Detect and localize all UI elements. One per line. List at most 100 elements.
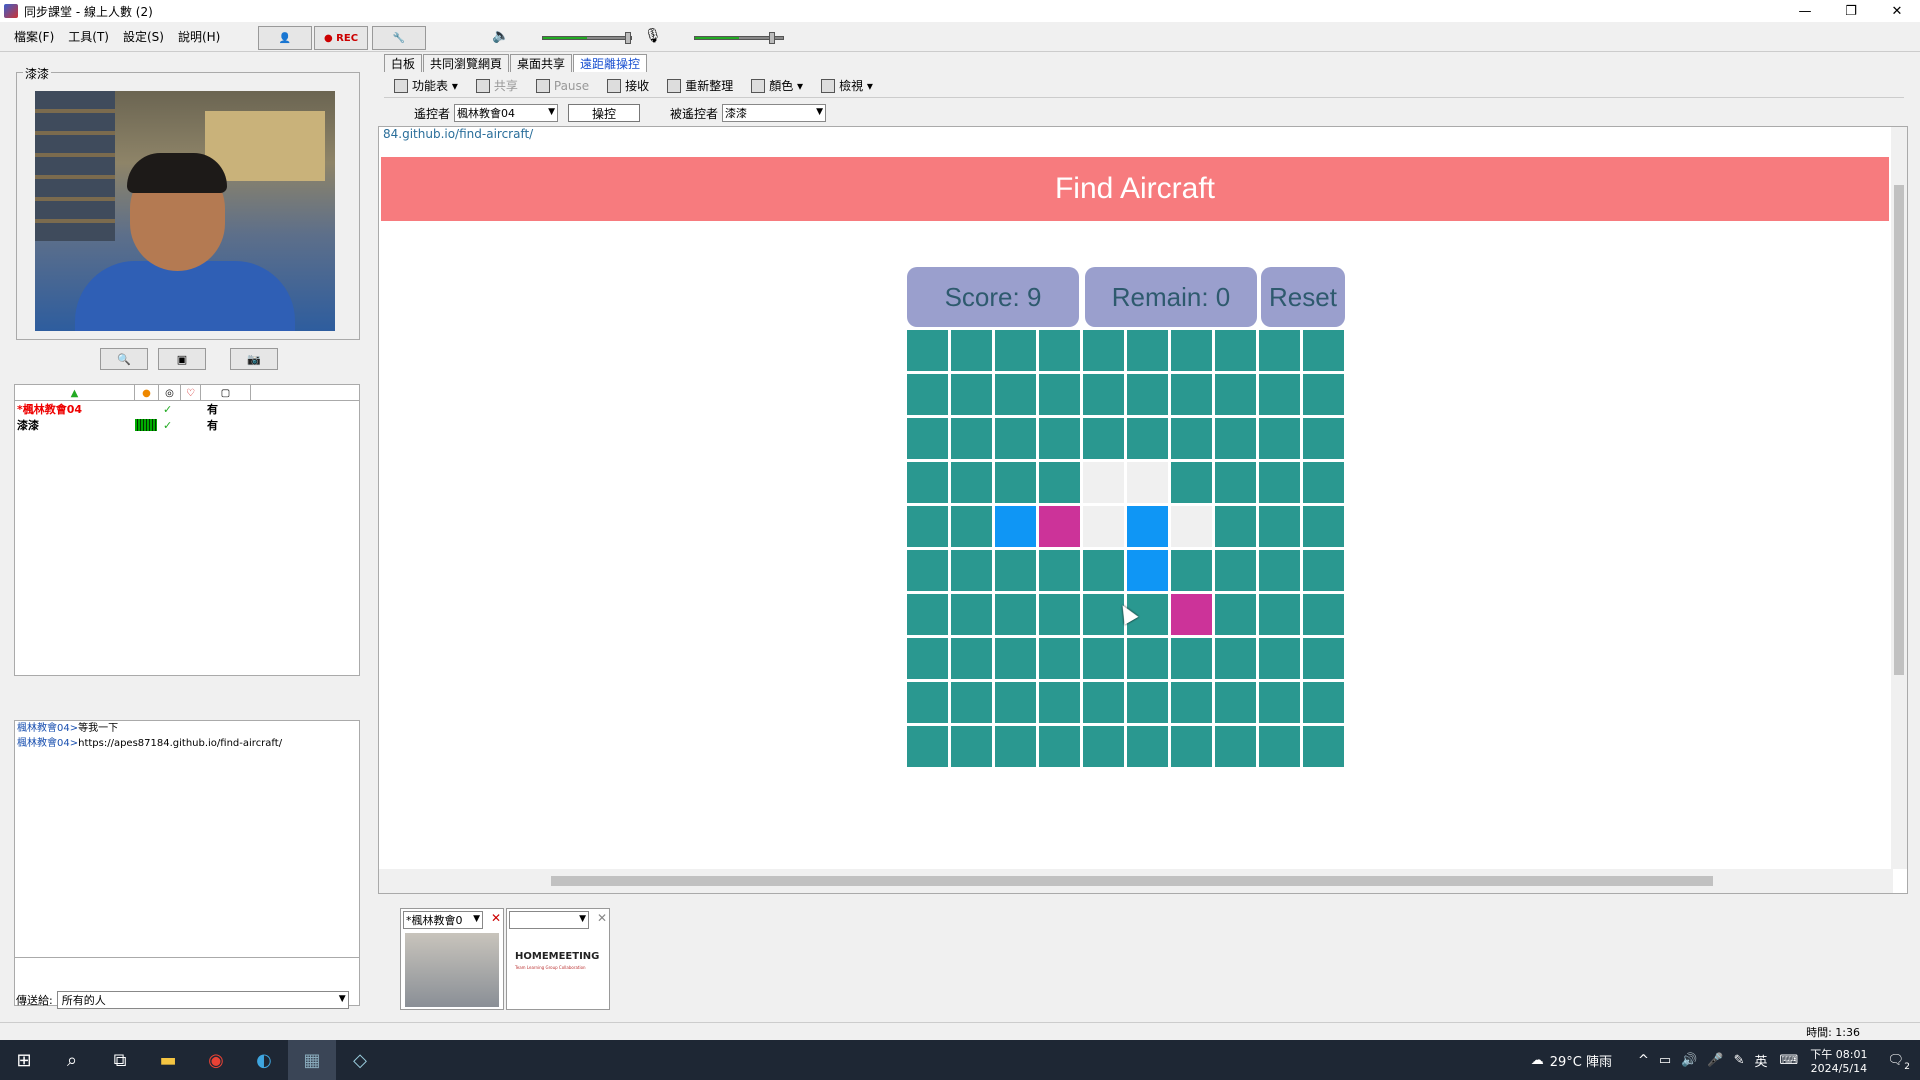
- task-view-icon[interactable]: ⧉: [96, 1040, 144, 1080]
- grid-cell[interactable]: [1303, 594, 1344, 635]
- grid-cell[interactable]: [995, 594, 1036, 635]
- grid-cell[interactable]: [1127, 330, 1168, 371]
- grid-cell[interactable]: [1259, 418, 1300, 459]
- vertical-scrollbar[interactable]: [1891, 127, 1907, 869]
- share-button[interactable]: 共享: [475, 77, 518, 94]
- grid-cell[interactable]: [1259, 550, 1300, 591]
- grid-cell[interactable]: [995, 726, 1036, 767]
- grid-cell[interactable]: [951, 726, 992, 767]
- grid-cell[interactable]: [1303, 330, 1344, 371]
- user-row[interactable]: *楓林教會04 ✓ 有: [15, 401, 359, 417]
- grid-cell[interactable]: [1127, 462, 1168, 503]
- grid-cell[interactable]: [1083, 462, 1124, 503]
- person-column-icon[interactable]: ●: [135, 385, 159, 401]
- grid-cell[interactable]: [1303, 462, 1344, 503]
- grid-cell[interactable]: [1215, 682, 1256, 723]
- grid-cell[interactable]: [1083, 638, 1124, 679]
- menu-help[interactable]: 說明(H): [178, 28, 220, 45]
- grid-cell[interactable]: [1039, 374, 1080, 415]
- grid-cell[interactable]: [1127, 726, 1168, 767]
- edge-icon[interactable]: ◐: [240, 1040, 288, 1080]
- grid-cell[interactable]: [1127, 374, 1168, 415]
- controlled-select[interactable]: 漆漆 ▼: [722, 104, 827, 122]
- tab-whiteboard[interactable]: 白板: [384, 54, 423, 72]
- grid-cell[interactable]: [907, 682, 948, 723]
- grid-cell[interactable]: [995, 418, 1036, 459]
- file-column-icon[interactable]: ▢: [201, 385, 251, 401]
- grid-cell[interactable]: [1171, 374, 1212, 415]
- grid-cell[interactable]: [1215, 330, 1256, 371]
- mic-volume-slider[interactable]: [694, 32, 784, 44]
- grid-cell[interactable]: [1127, 682, 1168, 723]
- grid-cell[interactable]: [995, 462, 1036, 503]
- grid-cell[interactable]: [1083, 330, 1124, 371]
- grid-cell[interactable]: [907, 726, 948, 767]
- grid-cell[interactable]: [1171, 550, 1212, 591]
- grid-cell[interactable]: [907, 462, 948, 503]
- microphone-tray-icon[interactable]: 🎤: [1707, 1053, 1723, 1068]
- pause-button[interactable]: Pause: [535, 78, 589, 93]
- grid-cell[interactable]: [1171, 506, 1212, 547]
- grid-cell[interactable]: [1303, 374, 1344, 415]
- network-icon[interactable]: ▭: [1659, 1053, 1671, 1068]
- grid-cell[interactable]: [1171, 726, 1212, 767]
- horizontal-scrollbar[interactable]: [379, 869, 1893, 893]
- grid-cell[interactable]: [995, 550, 1036, 591]
- camera-icon[interactable]: 📷: [230, 348, 278, 370]
- share-video-icon[interactable]: ▣: [158, 348, 206, 370]
- grid-cell[interactable]: [1259, 330, 1300, 371]
- pen-icon[interactable]: ✎: [1734, 1053, 1745, 1068]
- maximize-button[interactable]: ❐: [1828, 0, 1874, 22]
- keyboard-icon[interactable]: ⌨: [1780, 1053, 1799, 1068]
- grid-cell[interactable]: [907, 418, 948, 459]
- receive-button[interactable]: 接收: [607, 77, 649, 94]
- wrench-icon[interactable]: 🔧: [372, 26, 426, 50]
- weather-icon[interactable]: ☁: [1531, 1053, 1544, 1068]
- file-explorer-icon[interactable]: ▬: [144, 1040, 192, 1080]
- grid-cell[interactable]: [1083, 506, 1124, 547]
- grid-cell[interactable]: [907, 330, 948, 371]
- grid-cell[interactable]: [995, 374, 1036, 415]
- grid-cell[interactable]: [907, 550, 948, 591]
- minimize-button[interactable]: —: [1782, 0, 1828, 22]
- grid-cell[interactable]: [1171, 594, 1212, 635]
- clock[interactable]: 下午 08:01 2024/5/14: [1810, 1046, 1867, 1075]
- grid-cell[interactable]: [951, 374, 992, 415]
- grid-cell[interactable]: [951, 550, 992, 591]
- grid-cell[interactable]: [1039, 550, 1080, 591]
- grid-cell[interactable]: [1171, 638, 1212, 679]
- grid-cell[interactable]: [1215, 726, 1256, 767]
- function-menu-button[interactable]: 功能表 ▾: [394, 77, 458, 94]
- reset-button[interactable]: Reset: [1261, 267, 1345, 327]
- grid-cell[interactable]: [951, 594, 992, 635]
- menu-tools[interactable]: 工具(T): [68, 28, 109, 45]
- grid-cell[interactable]: [1083, 726, 1124, 767]
- participant-select[interactable]: *楓林教會0 ▼: [403, 911, 483, 929]
- grid-cell[interactable]: [1171, 418, 1212, 459]
- close-icon[interactable]: ✕: [597, 911, 607, 925]
- tab-remote-control[interactable]: 遠距離操控: [573, 54, 648, 72]
- user-row[interactable]: 漆漆 ✓ 有: [15, 417, 359, 433]
- view-button[interactable]: 檢視 ▾: [821, 77, 873, 94]
- grid-cell[interactable]: [1171, 682, 1212, 723]
- ime-indicator[interactable]: 英: [1755, 1051, 1768, 1070]
- grid-cell[interactable]: [1259, 374, 1300, 415]
- grid-cell[interactable]: [1039, 418, 1080, 459]
- refresh-button[interactable]: 重新整理: [667, 77, 733, 94]
- grid-cell[interactable]: [951, 418, 992, 459]
- grid-cell[interactable]: [1303, 418, 1344, 459]
- grid-cell[interactable]: [1303, 682, 1344, 723]
- grid-cell[interactable]: [951, 506, 992, 547]
- speaker-volume-slider[interactable]: [542, 32, 632, 44]
- grid-cell[interactable]: [1259, 682, 1300, 723]
- rec-button[interactable]: ● REC: [314, 26, 368, 50]
- grid-cell[interactable]: [1215, 462, 1256, 503]
- grid-cell[interactable]: [1083, 374, 1124, 415]
- grid-cell[interactable]: [1039, 594, 1080, 635]
- shared-screen[interactable]: 84.github.io/find-aircraft/ Find Aircraf…: [378, 126, 1908, 894]
- grid-cell[interactable]: [951, 462, 992, 503]
- grid-cell[interactable]: [1303, 638, 1344, 679]
- grid-cell[interactable]: [951, 638, 992, 679]
- grid-cell[interactable]: [1303, 506, 1344, 547]
- grid-cell[interactable]: [1215, 506, 1256, 547]
